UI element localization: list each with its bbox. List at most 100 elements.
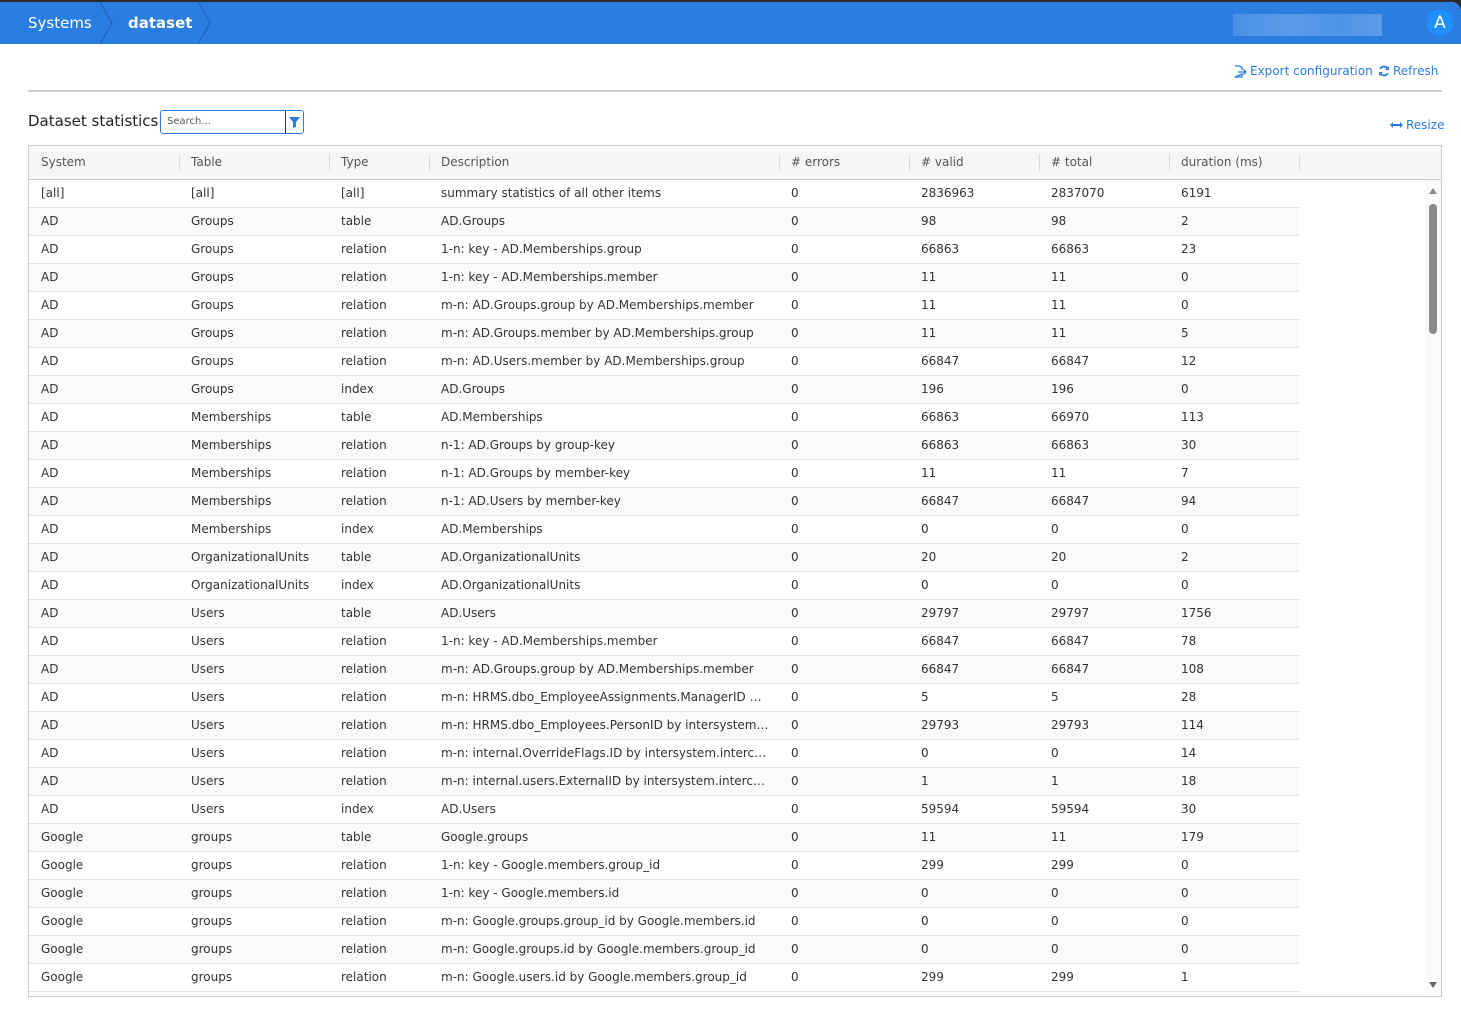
user-avatar[interactable]: A: [1427, 10, 1453, 36]
errors-cell: 0: [791, 522, 799, 536]
errors-cell: 0: [791, 354, 799, 368]
table-row[interactable]: AD Memberships index AD.Memberships 0 0 0 0: [29, 516, 1299, 544]
table-row[interactable]: AD Groups relation m-n: AD.Groups.member by…: [29, 320, 1299, 348]
column-header-errors[interactable]: # errors: [779, 146, 909, 179]
column-header-table[interactable]: Table: [179, 146, 329, 179]
scroll-down-arrow-icon[interactable]: [1429, 982, 1437, 988]
type-cell: relation: [341, 494, 387, 508]
table-row[interactable]: Google groups relation m-n: Google.users.id…: [29, 964, 1299, 992]
table-cell: groups: [191, 970, 233, 984]
scroll-up-arrow-icon[interactable]: [1429, 188, 1437, 194]
column-header-valid[interactable]: # valid: [909, 146, 1039, 179]
errors-cell: 0: [791, 858, 799, 872]
system-cell: AD: [41, 746, 59, 760]
errors-cell: 0: [791, 634, 799, 648]
column-header-duration[interactable]: duration (ms): [1169, 146, 1299, 179]
description-cell: summary statistics of all other items: [441, 186, 662, 200]
table-row[interactable]: AD Users table AD.Users 0 29797 29797 1756: [29, 600, 1299, 628]
table-row[interactable]: AD Users relation m-n: HRMS.dbo_EmployeeAss…: [29, 684, 1299, 712]
description-cell: AD.Memberships: [441, 410, 543, 424]
type-cell: relation: [341, 690, 387, 704]
section-title: Dataset statistics: [28, 112, 159, 130]
resize-button[interactable]: Resize: [1390, 118, 1444, 132]
table-cell: Groups: [191, 326, 234, 340]
valid-cell: 29793: [921, 718, 960, 732]
column-header-total[interactable]: # total: [1039, 146, 1169, 179]
table-cell: Groups: [191, 298, 234, 312]
table-cell: Users: [191, 634, 225, 648]
table-row[interactable]: AD Users relation m-n: internal.OverrideFla…: [29, 740, 1299, 768]
errors-cell: 0: [791, 606, 799, 620]
table-row[interactable]: AD OrganizationalUnits index AD.Organizatio…: [29, 572, 1299, 600]
column-resize-handle[interactable]: [1299, 154, 1300, 171]
system-cell: AD: [41, 634, 59, 648]
type-cell: relation: [341, 354, 387, 368]
breadcrumb-systems[interactable]: Systems: [28, 2, 92, 44]
type-cell: table: [341, 830, 372, 844]
duration-cell: 30: [1181, 802, 1197, 816]
search-input[interactable]: [161, 111, 285, 131]
table-row[interactable]: Google groups relation 1-n: key - Google.me…: [29, 880, 1299, 908]
description-cell: m-n: internal.OverrideFlags.ID by inters…: [441, 746, 769, 760]
table-row[interactable]: AD Users relation 1-n: key - AD.Memberships…: [29, 628, 1299, 656]
table-row[interactable]: AD Users relation m-n: AD.Groups.group by A…: [29, 656, 1299, 684]
table-row[interactable]: AD Memberships relation n-1: AD.Users by me…: [29, 488, 1299, 516]
table-row[interactable]: AD Groups table AD.Groups 0 98 98 2: [29, 208, 1299, 236]
table-row[interactable]: AD Users index AD.Users 0 59594 59594 30: [29, 796, 1299, 824]
table-row[interactable]: AD Users relation m-n: HRMS.dbo_Employees.P…: [29, 712, 1299, 740]
total-cell: 20: [1051, 550, 1067, 564]
system-cell: AD: [41, 382, 59, 396]
table-row[interactable]: AD Users relation m-n: internal.users.Exter…: [29, 768, 1299, 796]
breadcrumb-dataset[interactable]: dataset: [128, 2, 192, 44]
scrollbar-thumb[interactable]: [1429, 204, 1437, 334]
table-cell: groups: [191, 858, 233, 872]
errors-cell: 0: [791, 270, 799, 284]
table-row[interactable]: AD Groups relation 1-n: key - AD.Membership…: [29, 264, 1299, 292]
table-cell: OrganizationalUnits: [191, 550, 310, 564]
type-cell: relation: [341, 634, 387, 648]
table-row[interactable]: Google groups table Google.groups 0 11 11 179: [29, 824, 1299, 852]
table-row[interactable]: AD Memberships table AD.Memberships 0 66863 66…: [29, 404, 1299, 432]
duration-cell: 179: [1181, 830, 1204, 844]
export-configuration-button[interactable]: Export configuration: [1233, 64, 1373, 78]
duration-cell: 0: [1181, 942, 1189, 956]
table-row[interactable]: AD OrganizationalUnits table AD.Organizatio…: [29, 544, 1299, 572]
type-cell: relation: [341, 942, 387, 956]
duration-cell: 12: [1181, 354, 1197, 368]
table-row[interactable]: [all] [all] [all] summary statistics of all…: [29, 180, 1299, 208]
table-row[interactable]: AD Memberships relation n-1: AD.Groups by g…: [29, 432, 1299, 460]
type-cell: relation: [341, 886, 387, 900]
table-row[interactable]: AD Groups relation 1-n: key - AD.Membership…: [29, 236, 1299, 264]
type-cell: relation: [341, 774, 387, 788]
total-cell: 66847: [1051, 354, 1090, 368]
table-row[interactable]: AD Groups relation m-n: AD.Groups.group by …: [29, 292, 1299, 320]
total-cell: 66970: [1051, 410, 1090, 424]
system-cell: Google: [41, 970, 84, 984]
total-cell: 11: [1051, 326, 1067, 340]
table-cell: Groups: [191, 214, 234, 228]
table-cell: groups: [191, 914, 233, 928]
duration-cell: 30: [1181, 438, 1197, 452]
system-cell: AD: [41, 242, 59, 256]
table-cell: [all]: [191, 186, 215, 200]
refresh-button[interactable]: Refresh: [1378, 64, 1438, 78]
description-cell: m-n: AD.Groups.member by AD.Memberships.…: [441, 326, 754, 340]
table-row[interactable]: Google groups relation m-n: Google.groups.i…: [29, 936, 1299, 964]
total-cell: 66847: [1051, 662, 1090, 676]
errors-cell: 0: [791, 662, 799, 676]
table-row[interactable]: AD Memberships relation n-1: AD.Groups by m…: [29, 460, 1299, 488]
table-row[interactable]: Google groups relation m-n: Google.groups.g…: [29, 908, 1299, 936]
valid-cell: 66847: [921, 494, 960, 508]
vertical-scrollbar[interactable]: [1425, 180, 1441, 996]
column-header-system[interactable]: System: [29, 146, 179, 179]
table-row[interactable]: AD Groups relation m-n: AD.Users.member by …: [29, 348, 1299, 376]
table-row[interactable]: Google groups relation 1-n: key - Google.me…: [29, 852, 1299, 880]
filter-button[interactable]: [285, 111, 303, 133]
system-cell: Google: [41, 942, 84, 956]
table-row[interactable]: AD Groups index AD.Groups 0 196 196 0: [29, 376, 1299, 404]
duration-cell: 14: [1181, 746, 1197, 760]
total-cell: 0: [1051, 578, 1059, 592]
column-header-type[interactable]: Type: [329, 146, 429, 179]
column-header-description[interactable]: Description: [429, 146, 769, 179]
errors-cell: 0: [791, 298, 799, 312]
